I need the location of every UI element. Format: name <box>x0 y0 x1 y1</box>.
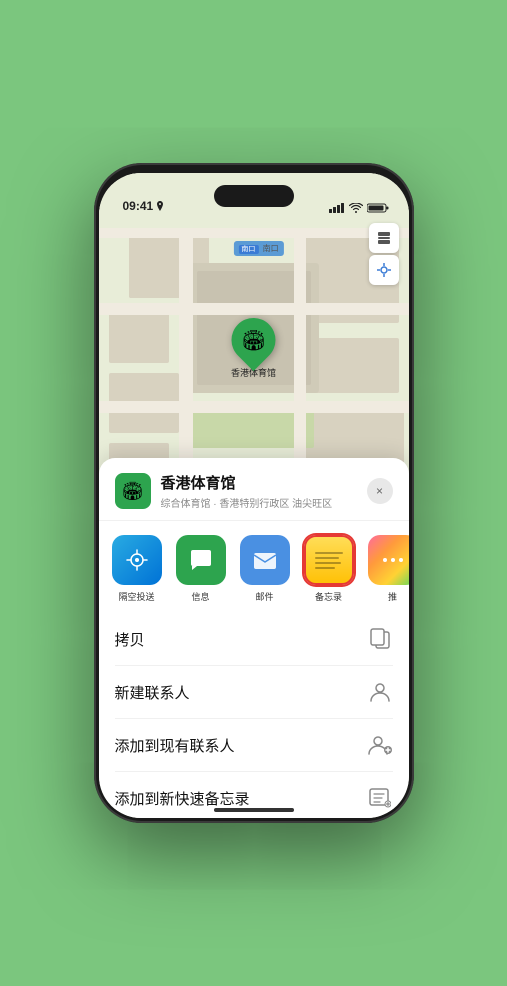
phone-screen: 09:41 <box>99 173 409 818</box>
location-button[interactable] <box>369 255 399 285</box>
status-icons <box>329 203 389 213</box>
share-actions-row: 隔空投送 信息 <box>99 521 409 613</box>
home-indicator <box>214 808 294 812</box>
copy-menu-item[interactable]: 拷贝 <box>115 613 393 666</box>
more-icon <box>368 535 409 585</box>
messages-icon <box>176 535 226 585</box>
airdrop-action[interactable]: 隔空投送 <box>109 535 165 603</box>
new-contact-label: 新建联系人 <box>115 682 190 703</box>
mail-label: 邮件 <box>255 590 273 603</box>
sheet-header: 🏟 香港体育馆 综合体育馆 · 香港特别行政区 油尖旺区 × <box>99 458 409 521</box>
venue-subtitle: 综合体育馆 · 香港特别行政区 油尖旺区 <box>161 495 367 510</box>
wifi-icon <box>349 203 363 213</box>
quick-note-label: 添加到新快速备忘录 <box>115 788 250 809</box>
map-layers-button[interactable] <box>369 223 399 253</box>
signal-icon <box>329 203 345 213</box>
venue-icon: 🏟 <box>115 473 151 509</box>
messages-label: 信息 <box>191 590 209 603</box>
south-entrance-label: 南口 南口 <box>233 241 283 256</box>
add-existing-icon <box>367 732 393 758</box>
close-button[interactable]: × <box>367 478 393 504</box>
messages-action[interactable]: 信息 <box>173 535 229 603</box>
phone-frame: 09:41 <box>94 163 414 823</box>
venue-name: 香港体育馆 <box>161 472 367 493</box>
copy-label: 拷贝 <box>115 629 145 650</box>
airdrop-icon <box>112 535 162 585</box>
notes-label: 备忘录 <box>315 590 342 603</box>
location-icon <box>156 201 164 211</box>
notes-action[interactable]: 备忘录 <box>301 535 357 603</box>
mail-action[interactable]: 邮件 <box>237 535 293 603</box>
bottom-sheet: 🏟 香港体育馆 综合体育馆 · 香港特别行政区 油尖旺区 × <box>99 458 409 818</box>
quick-note-icon <box>367 785 393 811</box>
more-action[interactable]: 推 <box>365 535 409 603</box>
more-label: 推 <box>388 590 397 603</box>
mail-icon <box>240 535 290 585</box>
new-contact-icon <box>367 679 393 705</box>
add-existing-menu-item[interactable]: 添加到现有联系人 <box>115 719 393 772</box>
menu-list: 拷贝 新建联系人 <box>99 613 409 818</box>
battery-icon <box>367 203 389 213</box>
airdrop-label: 隔空投送 <box>118 590 154 603</box>
status-time: 09:41 <box>123 199 154 213</box>
new-contact-menu-item[interactable]: 新建联系人 <box>115 666 393 719</box>
add-existing-label: 添加到现有联系人 <box>115 735 235 756</box>
copy-icon <box>367 626 393 652</box>
map-controls <box>369 223 399 285</box>
notes-icon <box>304 535 354 585</box>
dynamic-island <box>214 185 294 207</box>
location-marker: 🏟 香港体育馆 <box>231 318 276 379</box>
venue-info: 香港体育馆 综合体育馆 · 香港特别行政区 油尖旺区 <box>161 472 367 510</box>
